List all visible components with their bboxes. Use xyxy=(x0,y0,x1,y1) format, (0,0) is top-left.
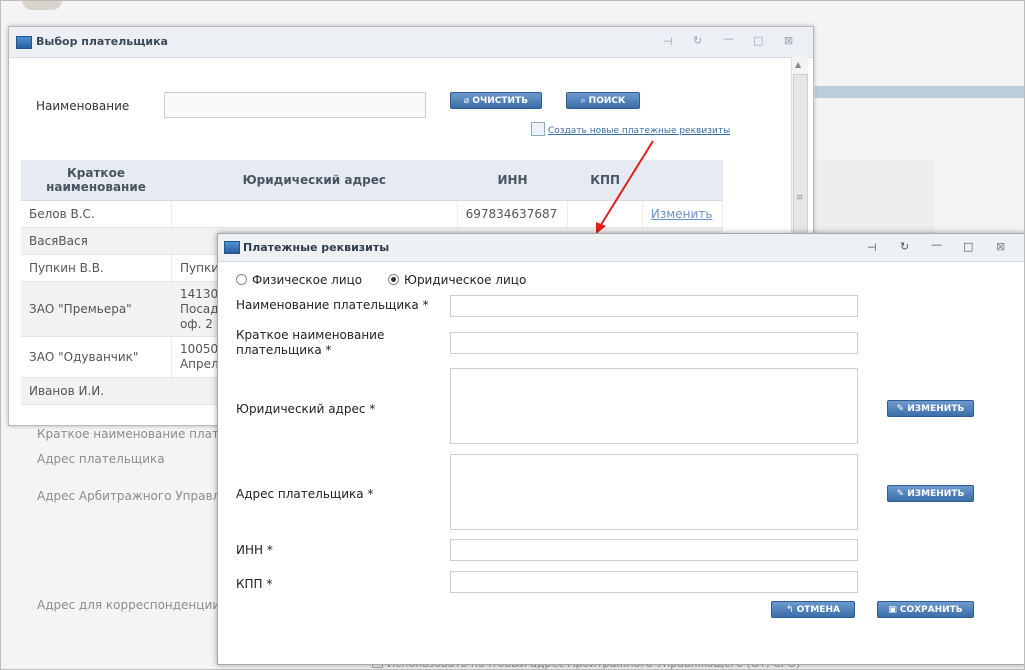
screenshot-border xyxy=(0,0,1025,670)
